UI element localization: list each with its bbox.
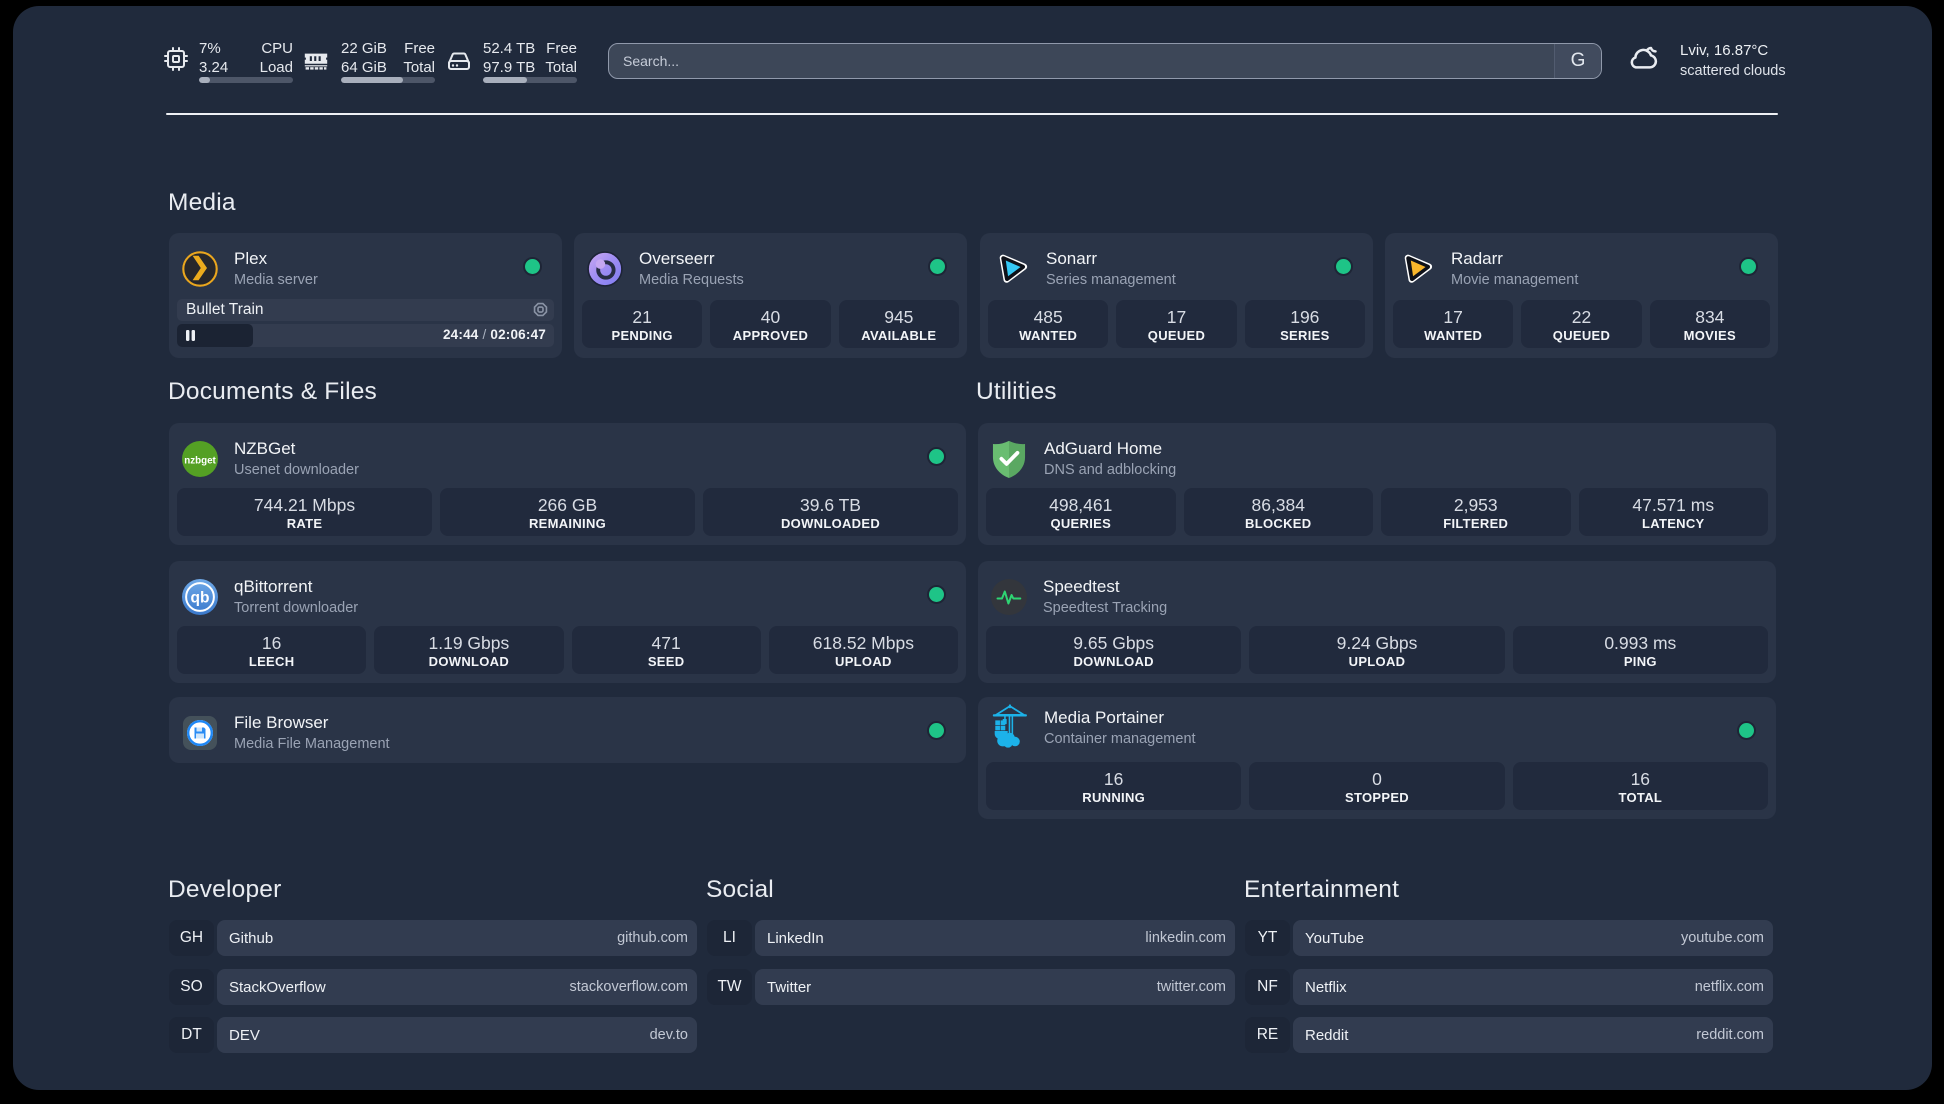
- svg-text:nzbget: nzbget: [184, 456, 216, 467]
- svg-text:qb: qb: [191, 590, 210, 607]
